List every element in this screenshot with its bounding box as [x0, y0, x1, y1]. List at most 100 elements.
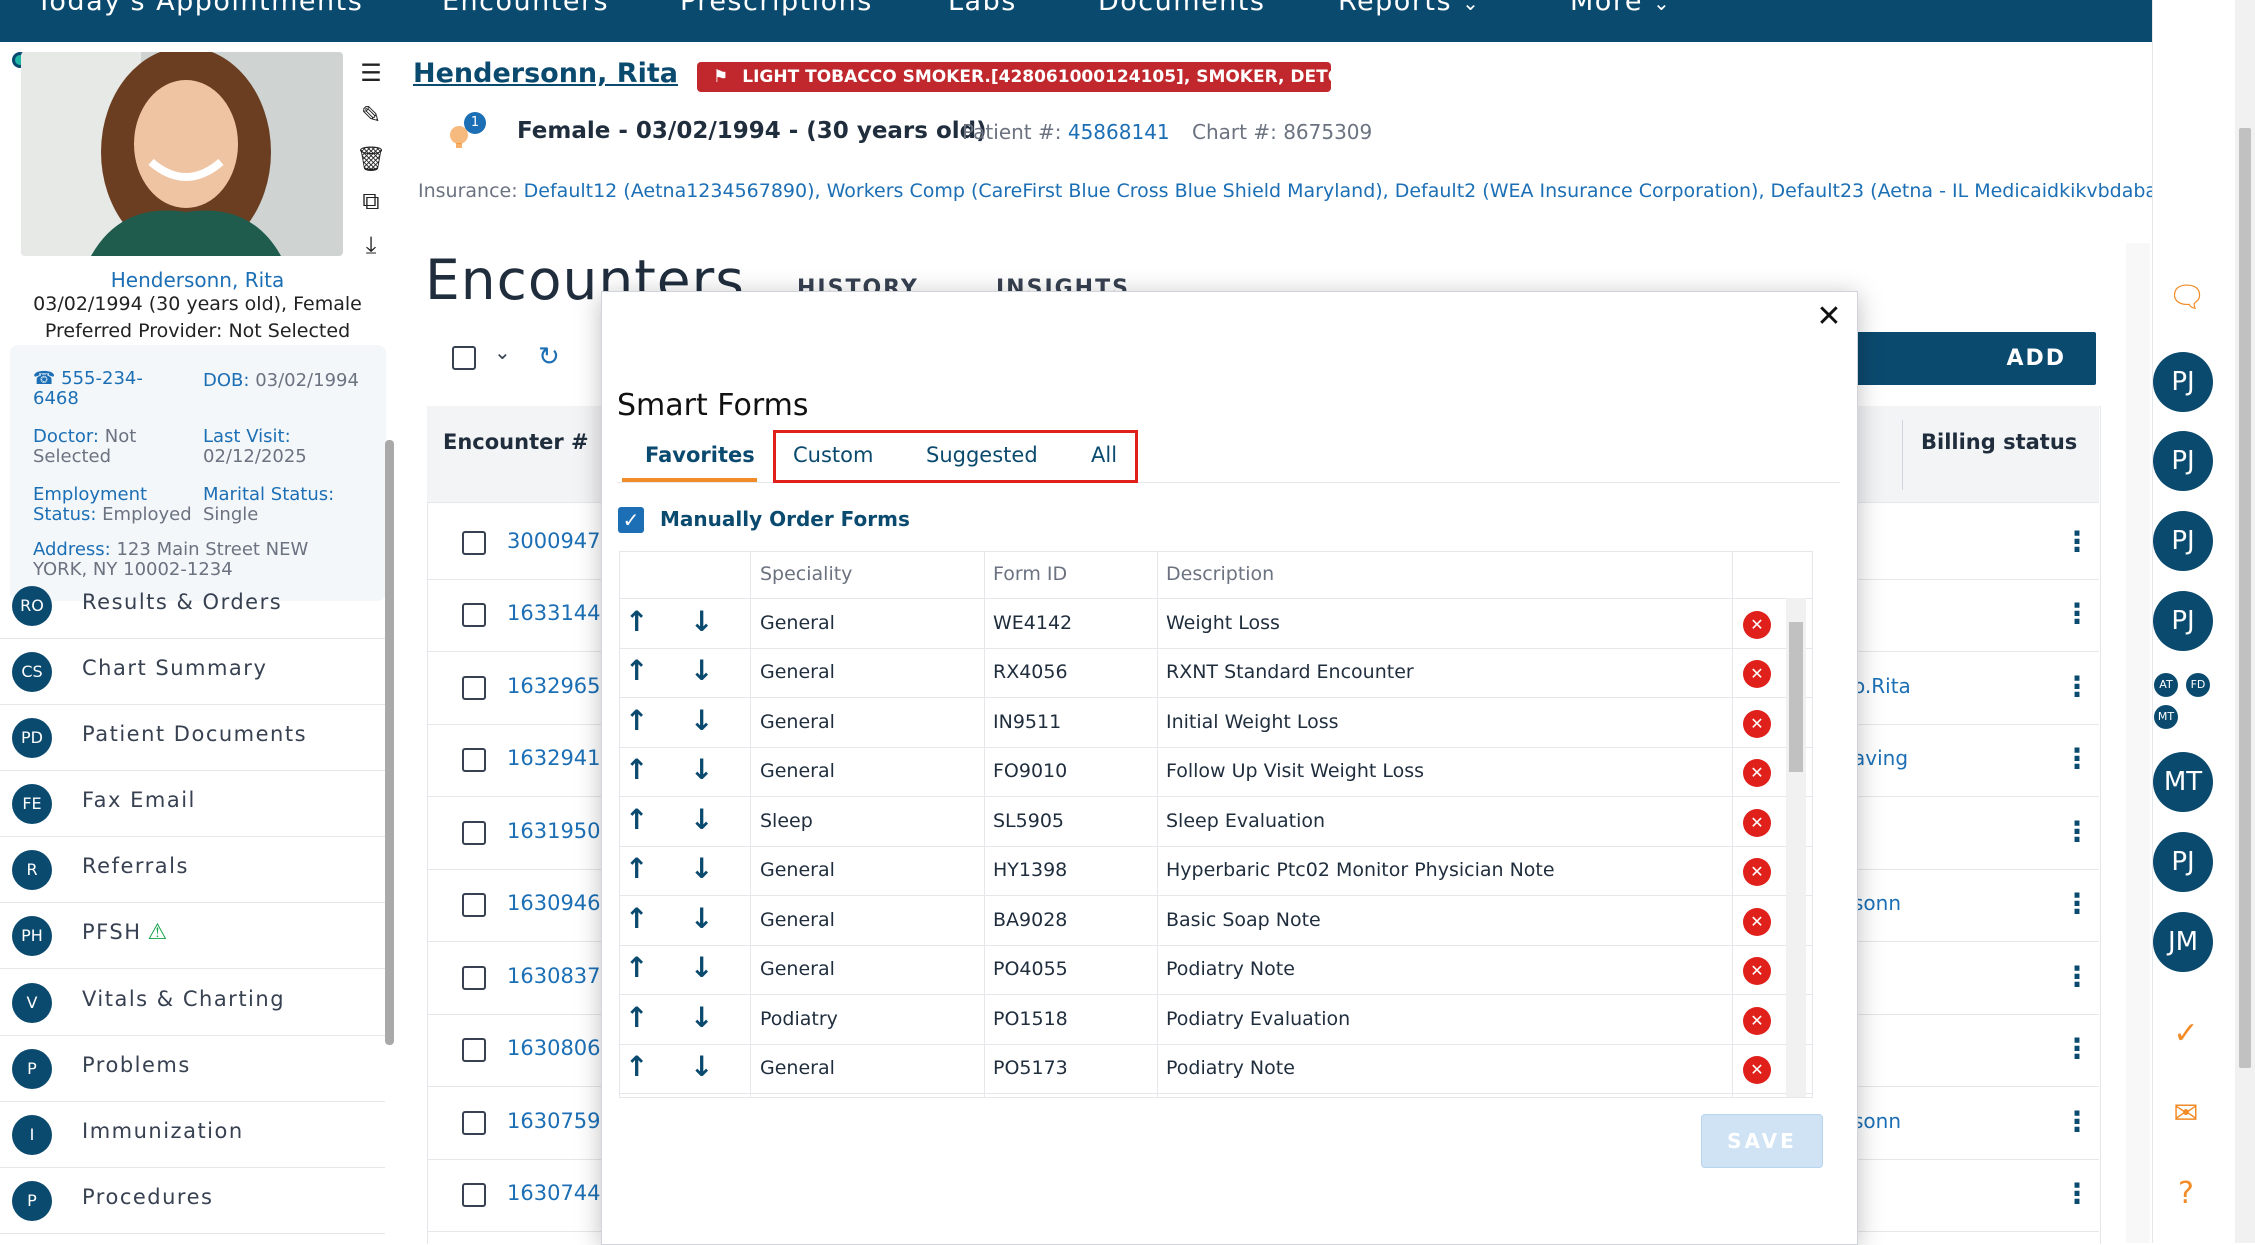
col-billing-status[interactable]: Billing status: [1921, 430, 2077, 454]
sidebar-scrollbar[interactable]: [385, 440, 394, 1045]
sidebar-item-results-orders[interactable]: RO Results & Orders: [0, 574, 385, 639]
arrow-up-icon[interactable]: ↑: [625, 902, 648, 935]
arrow-down-icon[interactable]: ↓: [690, 704, 713, 737]
select-all-checkbox[interactable]: [452, 346, 476, 370]
row-checkbox[interactable]: [462, 1038, 486, 1062]
chat-icon[interactable]: 🗨: [2168, 280, 2206, 316]
user-avatar-small[interactable]: MT: [2154, 705, 2178, 729]
insurance-list[interactable]: Default12 (Aetna1234567890), Workers Com…: [524, 180, 2153, 202]
row-checkbox[interactable]: [462, 531, 486, 555]
message-icon[interactable]: ✉: [2168, 1096, 2204, 1132]
user-avatar-small[interactable]: AT: [2154, 673, 2178, 697]
arrow-down-icon[interactable]: ↓: [690, 605, 713, 638]
remove-icon[interactable]: ✕: [1743, 908, 1771, 936]
encounter-number-link[interactable]: 1632941: [507, 746, 601, 770]
copy-icon[interactable]: ⧉: [356, 186, 386, 216]
download-icon[interactable]: ⤓: [356, 230, 386, 260]
arrow-up-icon[interactable]: ↑: [625, 803, 648, 836]
patient-flag-badge[interactable]: ⚑ LIGHT TOBACCO SMOKER.[428061000124105],…: [697, 62, 1355, 92]
window-scroll-thumb[interactable]: [2239, 128, 2251, 1068]
sidebar-item-pfsh[interactable]: PH PFSH ⚠: [0, 904, 385, 969]
user-avatar[interactable]: PJ: [2153, 832, 2213, 892]
nav-more[interactable]: More ⌄: [1570, 0, 1671, 17]
nav-todays-appointments[interactable]: Today's Appointments: [36, 0, 363, 17]
encounter-number-link[interactable]: 1631950: [507, 819, 601, 843]
arrow-down-icon[interactable]: ↓: [690, 852, 713, 885]
arrow-up-icon[interactable]: ↑: [625, 704, 648, 737]
sidebar-item-procedures[interactable]: P Procedures: [0, 1169, 385, 1234]
form-row[interactable]: ↑ ↓ Podiatry PO1518 Podiatry Evaluation ✕: [620, 995, 1812, 1045]
form-row[interactable]: ↑ ↓ General PO5173 Podiatry Note ✕: [620, 1044, 1812, 1094]
user-avatar[interactable]: PJ: [2153, 431, 2213, 491]
more-vert-icon[interactable]: ⋮: [2063, 670, 2091, 703]
chevron-down-icon[interactable]: ⌄: [494, 340, 511, 364]
task-check-icon[interactable]: ✓: [2168, 1016, 2204, 1052]
form-row[interactable]: ↑ ↓ General FO9010 Follow Up Visit Weight Lo…: [620, 747, 1812, 797]
refresh-icon[interactable]: ↻: [538, 342, 560, 372]
arrow-down-icon[interactable]: ↓: [690, 654, 713, 687]
encounter-number-link[interactable]: 1630759: [507, 1109, 601, 1133]
arrow-down-icon[interactable]: ↓: [690, 902, 713, 935]
form-row[interactable]: ↑ ↓ General PO4055 Podiatry Note ✕: [620, 945, 1812, 995]
list-icon[interactable]: ☰: [356, 58, 386, 88]
edit-icon[interactable]: ✎: [356, 100, 386, 130]
remove-icon[interactable]: ✕: [1743, 660, 1771, 688]
arrow-up-icon[interactable]: ↑: [625, 605, 648, 638]
encounter-number-link[interactable]: 1632965: [507, 674, 601, 698]
encounter-number-link[interactable]: 1630837: [507, 964, 601, 988]
arrow-up-icon[interactable]: ↑: [625, 1001, 648, 1034]
patient-name-link[interactable]: Hendersonn, Rita: [0, 268, 395, 292]
more-vert-icon[interactable]: ⋮: [2063, 887, 2091, 920]
form-row[interactable]: ↑ ↓ General BA9028 Basic Soap Note ✕: [620, 896, 1812, 946]
more-vert-icon[interactable]: ⋮: [2063, 1105, 2091, 1138]
sidebar-item-problems[interactable]: P Problems: [0, 1037, 385, 1102]
arrow-up-icon[interactable]: ↑: [625, 1050, 648, 1083]
row-checkbox[interactable]: [462, 893, 486, 917]
arrow-down-icon[interactable]: ↓: [690, 1050, 713, 1083]
sidebar-item-chart-summary[interactable]: CS Chart Summary: [0, 640, 385, 705]
sidebar-item-immunization[interactable]: I Immunization: [0, 1103, 385, 1168]
arrow-down-icon[interactable]: ↓: [690, 1001, 713, 1034]
manual-order-label[interactable]: Manually Order Forms: [660, 507, 910, 531]
remove-icon[interactable]: ✕: [1743, 858, 1771, 886]
user-avatar[interactable]: PJ: [2153, 511, 2213, 571]
user-avatar-small[interactable]: FD: [2186, 673, 2210, 697]
help-icon[interactable]: ?: [2168, 1176, 2204, 1212]
user-avatar[interactable]: PJ: [2153, 591, 2213, 651]
remove-icon[interactable]: ✕: [1743, 1007, 1771, 1035]
form-row[interactable]: ↑ ↓ General IN9511 Initial Weight Loss ✕: [620, 698, 1812, 748]
more-vert-icon[interactable]: ⋮: [2063, 960, 2091, 993]
nav-prescriptions[interactable]: Prescriptions: [680, 0, 873, 17]
row-checkbox[interactable]: [462, 821, 486, 845]
save-button[interactable]: SAVE: [1701, 1114, 1823, 1168]
sidebar-item-fax-email[interactable]: FE Fax Email: [0, 772, 385, 837]
row-checkbox[interactable]: [462, 748, 486, 772]
row-checkbox[interactable]: [462, 676, 486, 700]
encounter-number-link[interactable]: 1630946: [507, 891, 601, 915]
sidebar-item-vitals-charting[interactable]: V Vitals & Charting: [0, 971, 385, 1036]
row-checkbox[interactable]: [462, 1111, 486, 1135]
arrow-down-icon[interactable]: ↓: [690, 753, 713, 786]
more-vert-icon[interactable]: ⋮: [2063, 1177, 2091, 1210]
col-description[interactable]: Description: [1166, 563, 1274, 585]
arrow-up-icon[interactable]: ↑: [625, 852, 648, 885]
arrow-down-icon[interactable]: ↓: [690, 951, 713, 984]
patient-num-value[interactable]: 45868141: [1068, 120, 1170, 144]
user-avatar[interactable]: MT: [2153, 752, 2213, 812]
arrow-up-icon[interactable]: ↑: [625, 654, 648, 687]
tab-favorites[interactable]: Favorites: [645, 443, 755, 467]
user-avatar[interactable]: PJ: [2153, 352, 2213, 412]
grid-scroll-thumb[interactable]: [1789, 622, 1803, 772]
nav-reports[interactable]: Reports ⌄: [1338, 0, 1480, 17]
more-vert-icon[interactable]: ⋮: [2063, 525, 2091, 558]
more-vert-icon[interactable]: ⋮: [2063, 597, 2091, 630]
patient-header-name[interactable]: Hendersonn, Rita: [413, 58, 678, 89]
manual-order-checkbox[interactable]: ✓: [618, 507, 644, 533]
close-icon[interactable]: ✕: [1812, 300, 1846, 334]
col-speciality[interactable]: Speciality: [760, 563, 852, 585]
arrow-up-icon[interactable]: ↑: [625, 951, 648, 984]
arrow-down-icon[interactable]: ↓: [690, 803, 713, 836]
nav-encounters[interactable]: Encounters: [442, 0, 609, 17]
encounter-number-link[interactable]: 1633144: [507, 601, 601, 625]
main-scrollbar[interactable]: [2126, 243, 2150, 1243]
